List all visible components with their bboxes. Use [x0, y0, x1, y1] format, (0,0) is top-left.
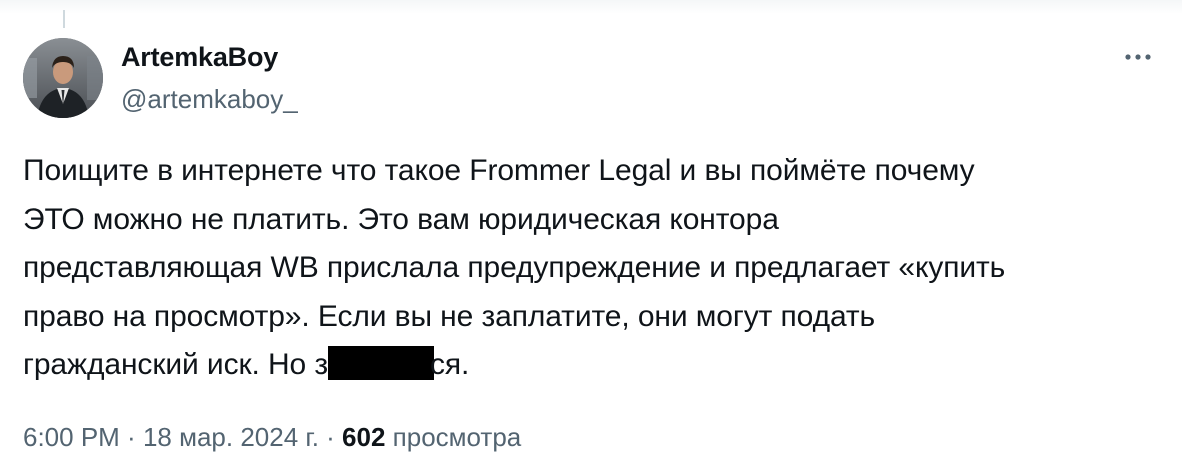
- tweet-line-3: представляющая WB прислала предупреждени…: [23, 251, 1006, 284]
- more-horizontal-icon: [1125, 54, 1151, 60]
- thread-connector-line: [63, 10, 65, 28]
- top-fade: [0, 0, 1182, 14]
- tweet-date[interactable]: 18 мар. 2024 г.: [143, 422, 319, 452]
- tweet-line-5-end: ся.: [430, 348, 470, 381]
- redaction-bar: [328, 346, 435, 380]
- views-label: просмотра: [392, 422, 522, 452]
- meta-separator: ·: [119, 422, 143, 452]
- views-count: 602: [342, 422, 386, 452]
- tweet-time[interactable]: 6:00 PM: [23, 422, 120, 452]
- avatar[interactable]: [23, 38, 103, 118]
- tweet-line-5: гражданский иск. Но з ся.: [23, 341, 1163, 390]
- tweet-meta: 6:00 PM · 18 мар. 2024 г. · 602 просмотр…: [23, 422, 521, 453]
- tweet-line-5-start: гражданский иск. Но з: [23, 348, 329, 381]
- author-display-name[interactable]: ArtemkaBoy: [121, 42, 278, 73]
- tweet-line-4: право на просмотр». Если вы не заплатите…: [23, 299, 876, 333]
- avatar-photo-icon: [23, 38, 103, 118]
- more-options-button[interactable]: [1118, 42, 1158, 72]
- tweet-line-1: Поищите в интернете что такое Frommer Le…: [23, 154, 975, 187]
- meta-separator: ·: [318, 422, 343, 452]
- tweet-line-2: ЭТО можно не платить. Это вам юридическа…: [23, 202, 779, 236]
- author-handle[interactable]: @artemkaboy_: [121, 84, 298, 115]
- tweet-text: Поищите в интернете что такое Frommer Le…: [23, 147, 1163, 390]
